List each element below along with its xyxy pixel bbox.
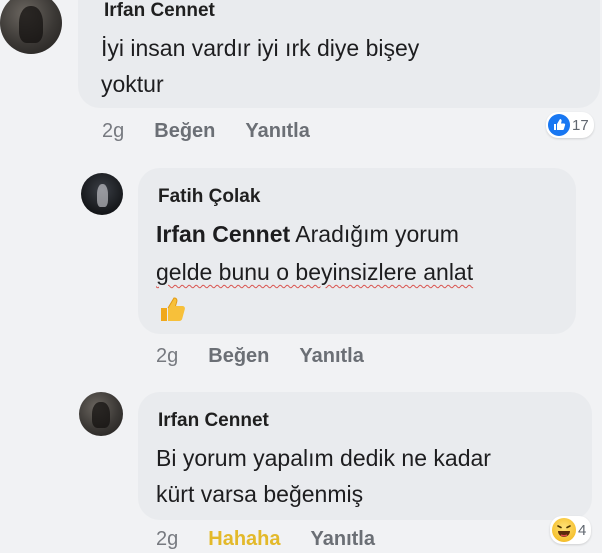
comment-actions: 2g Hahaha Yanıtla: [156, 528, 405, 551]
avatar[interactable]: [79, 392, 123, 436]
reply-button[interactable]: Yanıtla: [311, 528, 375, 550]
avatar[interactable]: [81, 173, 123, 215]
reaction-summary[interactable]: 4: [550, 516, 592, 544]
timestamp[interactable]: 2g: [156, 345, 178, 367]
comment-text-line: Bi yorum yapalım dedik ne kadar: [156, 445, 491, 471]
reaction-count: 17: [572, 116, 589, 134]
comment-author[interactable]: Irfan Cennet: [104, 0, 215, 22]
reply-button[interactable]: Yanıtla: [299, 345, 363, 367]
haha-reaction-button[interactable]: Hahaha: [208, 528, 280, 550]
comment-text: gelde bunu o beyinsizlere anlat: [156, 259, 474, 285]
thumbs-up-emoji: [158, 294, 188, 329]
timestamp[interactable]: 2g: [156, 528, 178, 550]
timestamp[interactable]: 2g: [102, 120, 124, 142]
mention-link[interactable]: Irfan Cennet: [156, 221, 290, 247]
reaction-count: 4: [578, 521, 587, 539]
reaction-summary[interactable]: 17: [546, 112, 594, 138]
comment-text-line: gelde bunu o beyinsizlere anlat: [156, 254, 473, 290]
like-button[interactable]: Beğen: [154, 120, 215, 142]
like-button[interactable]: Beğen: [208, 345, 269, 367]
haha-reaction-icon: [552, 518, 576, 542]
comment-thread: Irfan Cennet İyi insan vardır iyi ırk di…: [0, 0, 602, 553]
comment-actions: 2g Beğen Yanıtla: [156, 345, 394, 368]
comment-text-line: kürt varsa beğenmiş: [156, 481, 364, 507]
comment-actions: 2g Beğen Yanıtla: [102, 120, 340, 143]
avatar[interactable]: [0, 0, 62, 54]
comment-text-line: İyi insan vardır iyi ırk diye bişey: [101, 35, 420, 61]
reply-button[interactable]: Yanıtla: [245, 120, 309, 142]
comment-text-line: Irfan Cennet Aradığım yorum: [156, 216, 459, 252]
comment-text-line: yoktur: [101, 71, 164, 97]
comment-author[interactable]: Fatih Çolak: [158, 186, 260, 208]
comment-text-rest: Aradığım yorum: [290, 221, 459, 247]
comment-author[interactable]: Irfan Cennet: [158, 410, 269, 432]
like-reaction-icon: [548, 114, 570, 136]
